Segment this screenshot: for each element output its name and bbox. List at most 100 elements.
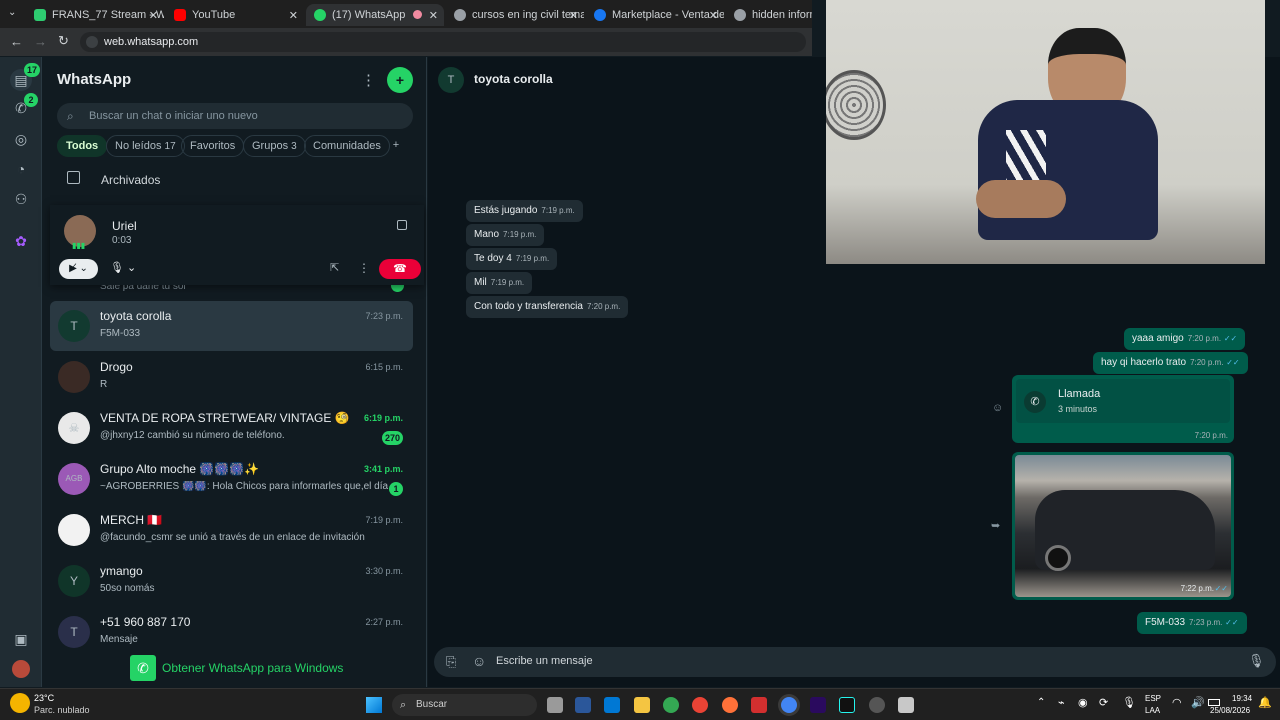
chrome-active-icon[interactable] — [781, 697, 797, 713]
store-icon[interactable] — [604, 697, 620, 713]
reload-icon[interactable]: ↻ — [58, 33, 69, 49]
filter-no-leidos[interactable]: No leídos 17 — [106, 135, 185, 157]
weather-temp[interactable]: 23°C — [34, 693, 54, 703]
back-icon[interactable]: ← — [10, 34, 23, 49]
archived-label: Archivados — [101, 173, 161, 187]
microphone-button[interactable]: 🎙 ⌄ — [110, 261, 136, 274]
call-menu-icon[interactable]: ⋮ — [358, 261, 370, 275]
message-composer[interactable]: ⎘ ☺ Escribe un mensaje 🎙 — [434, 647, 1276, 677]
tab-frans-stream[interactable]: FRANS_77 Stream - Watch✕ — [26, 4, 164, 26]
call-log-bubble[interactable]: ✆ Llamada 3 minutos 7:20 p.m. — [1012, 375, 1234, 443]
communities-icon[interactable]: ⚇ — [12, 190, 30, 208]
profile-avatar[interactable] — [12, 660, 30, 678]
chat-row[interactable]: Ttoyota corolla F5M-033 7:23 p.m. — [50, 301, 413, 351]
filter-favoritos[interactable]: Favoritos — [181, 135, 245, 157]
message-text: hay qi hacerlo trato — [1101, 357, 1187, 368]
tab-youtube[interactable]: YouTube ✕ — [166, 4, 304, 26]
tab-hidden[interactable]: hidden informar — [726, 4, 812, 26]
premiere-icon[interactable] — [810, 697, 826, 713]
lang-top[interactable]: ESP — [1145, 694, 1161, 703]
conversation-header[interactable]: T toyota corolla — [428, 57, 812, 102]
search-icon: ⌕ — [67, 109, 74, 123]
screen-share-icon[interactable]: ⇱ — [330, 261, 339, 274]
url-field[interactable]: web.whatsapp.com — [80, 32, 806, 52]
recording-indicator-icon — [413, 10, 422, 19]
app-generic-icon[interactable] — [898, 697, 914, 713]
forward-icon[interactable]: ➥ — [991, 519, 1000, 532]
menu-icon[interactable]: ⋮ — [361, 71, 376, 89]
close-tab-icon[interactable]: ✕ — [149, 9, 158, 22]
chat-row[interactable]: MERCH 🇵🇪 @facundo_csmr se unió a través d… — [50, 505, 413, 555]
close-tab-icon[interactable]: ✕ — [709, 9, 718, 22]
mic-tray-icon[interactable]: 🎙 — [1122, 696, 1136, 709]
tiktok-icon[interactable] — [839, 697, 855, 713]
tab-list-dropdown-icon[interactable]: ⌄ — [8, 7, 16, 18]
filter-label: Comunidades — [313, 140, 381, 152]
notification-icon[interactable]: 🔔 — [1258, 696, 1272, 709]
wifi-icon[interactable]: ◠ — [1172, 696, 1182, 709]
crashed-car-photo[interactable] — [1015, 455, 1231, 597]
search-input[interactable]: ⌕ Buscar un chat o iniciar uno nuevo — [57, 103, 413, 129]
close-tab-icon[interactable]: ✕ — [429, 9, 438, 22]
chat-row[interactable]: Drogo R 6:15 p.m. — [50, 352, 413, 402]
start-icon[interactable] — [366, 697, 382, 713]
media-gallery-icon[interactable]: ▣ — [12, 630, 30, 648]
whatsapp-icon — [314, 9, 326, 21]
chat-row[interactable]: ☠ VENTA DE ROPA STRETWEAR/ VINTAGE 🧐 @jhxn… — [50, 403, 413, 453]
chrome-profile-icon[interactable] — [692, 697, 708, 713]
meta-ai-icon[interactable]: ✿ — [12, 232, 30, 250]
microphone-icon[interactable]: 🎙 — [1248, 653, 1265, 669]
close-tab-icon[interactable]: ✕ — [569, 9, 578, 22]
site-info-icon[interactable] — [86, 36, 98, 48]
avatar-letter: T — [70, 625, 78, 639]
filter-grupos[interactable]: Grupos 3 — [243, 135, 306, 157]
battery-icon[interactable] — [1208, 699, 1220, 706]
word-icon[interactable] — [575, 697, 591, 713]
message-in: Te doy 4 7:19 p.m. — [466, 248, 558, 270]
chrome-icon[interactable] — [663, 697, 679, 713]
get-app-banner[interactable]: ✆ Obtener WhatsApp para Windows — [130, 655, 390, 681]
chat-row[interactable]: Yymango 50so nomás 3:30 p.m. — [50, 556, 413, 606]
channels-icon[interactable]: ◔ — [12, 160, 30, 178]
obs-icon[interactable] — [869, 697, 885, 713]
volume-icon[interactable]: 🔊 — [1191, 696, 1205, 709]
camera-toggle-button[interactable]: ▶̸ ⌄ — [59, 259, 98, 279]
close-tab-icon[interactable]: ✕ — [289, 9, 298, 22]
add-filter-button[interactable]: + — [385, 135, 407, 157]
file-explorer-icon[interactable] — [634, 697, 650, 713]
firefox-icon[interactable] — [722, 697, 738, 713]
caller-name: Uriel — [112, 219, 137, 233]
sync-icon[interactable]: ⟳ — [1099, 696, 1108, 709]
tab-cursos[interactable]: cursos en ing civil tema de✕ — [446, 4, 584, 26]
new-chat-button[interactable]: + — [387, 67, 413, 93]
taskbar-search[interactable]: ⌕ Buscar — [392, 694, 537, 716]
chat-avatar: ☠ — [58, 412, 90, 444]
end-call-button[interactable]: ☎ — [379, 259, 421, 279]
image-time: 7:22 p.m. — [1180, 584, 1214, 593]
chat-time: 3:41 p.m. — [363, 464, 403, 474]
youtube-icon — [174, 9, 186, 21]
read-receipt-icon: ✓✓ — [1225, 618, 1239, 627]
lock-icon — [397, 220, 407, 230]
task-view-icon[interactable] — [547, 697, 563, 713]
chat-row[interactable]: AGB Grupo Alto moche 🎆🎆🎆✨ ~AGROBERRIES 🎆🎆:… — [50, 454, 413, 504]
sticker-icon[interactable]: ☺ — [472, 653, 486, 669]
app-red-icon[interactable] — [751, 697, 767, 713]
obs-tray-icon[interactable]: ◉ — [1078, 696, 1088, 709]
status-icon[interactable]: ◎ — [12, 130, 30, 148]
weather-icon[interactable] — [10, 693, 30, 713]
search-placeholder: Buscar un chat o iniciar uno nuevo — [89, 110, 258, 122]
clock-time[interactable]: 19:34 — [1232, 694, 1252, 703]
emoji-react-icon[interactable]: ☺ — [992, 402, 1003, 414]
filter-todos[interactable]: Todos — [57, 135, 108, 157]
tab-marketplace[interactable]: Marketplace - Venta de ve✕ — [586, 4, 724, 26]
network-icon[interactable]: ⌁ — [1058, 696, 1065, 709]
tray-chevron-icon[interactable]: ⌃ — [1037, 697, 1045, 708]
tab-whatsapp[interactable]: (17) WhatsApp ✕ — [306, 4, 444, 26]
filter-comunidades[interactable]: Comunidades — [304, 135, 390, 157]
image-message-bubble[interactable]: 7:22 p.m. ✓✓ — [1012, 452, 1234, 600]
attach-icon[interactable]: ⎘ — [446, 654, 456, 670]
chat-row[interactable]: T +51 960 887 170 Mensaje 2:27 p.m. — [50, 607, 413, 657]
forward-icon[interactable]: → — [34, 34, 47, 49]
archived-row[interactable]: Archivados — [57, 167, 413, 193]
